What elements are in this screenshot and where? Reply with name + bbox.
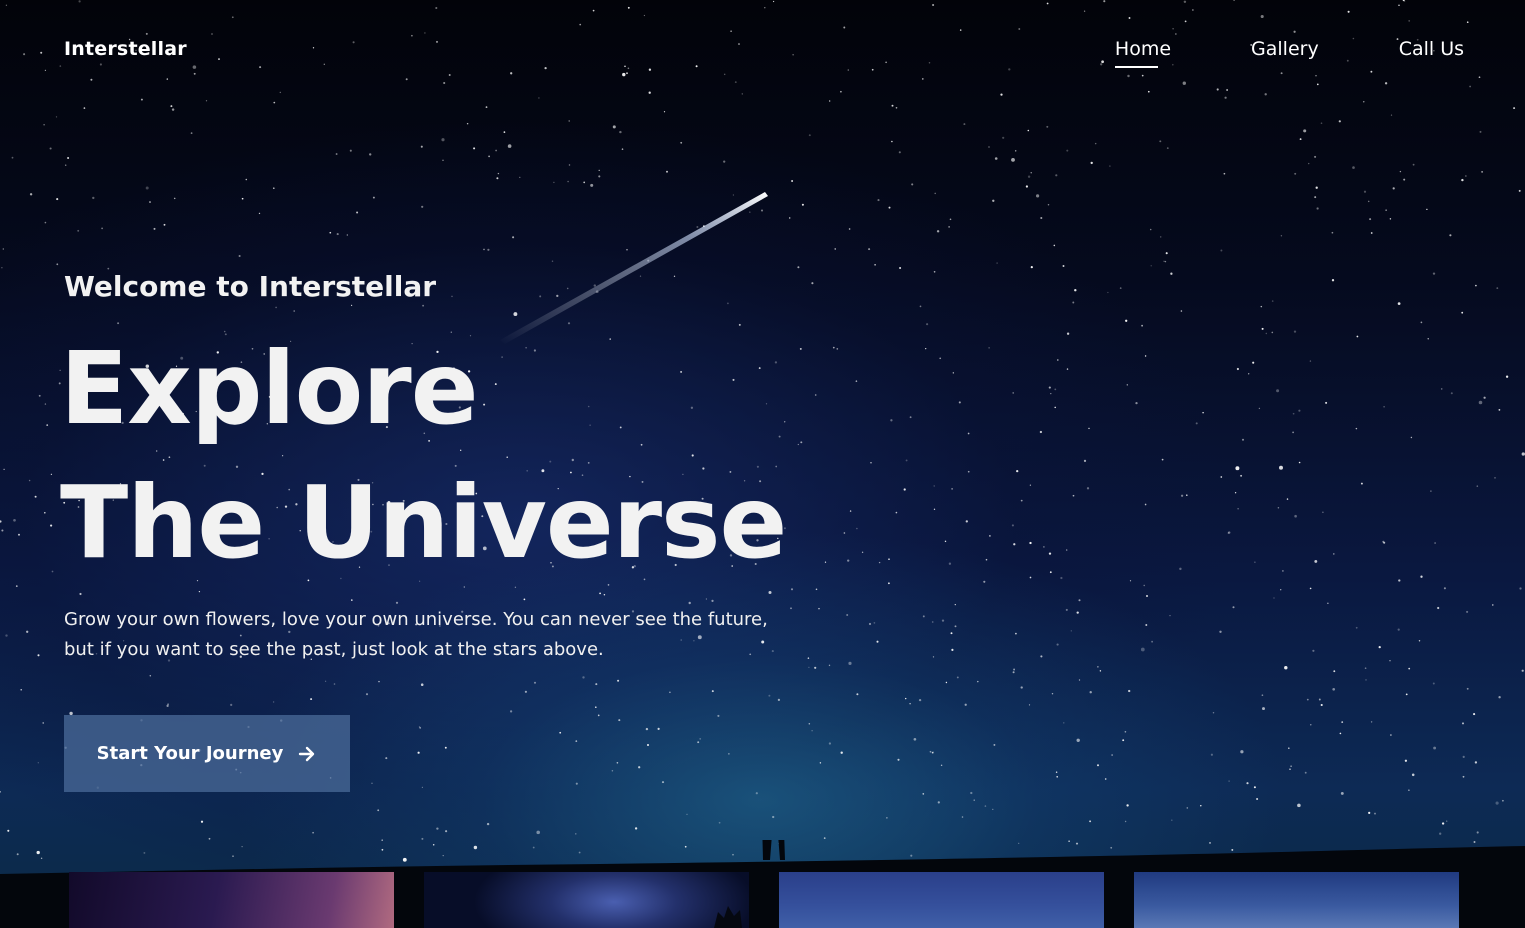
start-journey-button[interactable]: Start Your Journey [64,715,350,792]
hero-description: Grow your own flowers, love your own uni… [64,609,768,660]
person-silhouette [762,840,785,860]
plant-silhouette-icon [714,906,742,928]
gallery-thumbnail-3[interactable] [779,872,1104,928]
welcome-heading: Welcome to Interstellar [64,270,437,303]
gallery-thumbnail-1[interactable] [69,872,394,928]
nav-link-home[interactable]: Home [1114,38,1171,68]
hero-title: Explore The Universe [60,322,787,590]
main-nav: Home Gallery Call Us [1114,38,1464,68]
brand-logo[interactable]: Interstellar [64,38,187,60]
nav-link-gallery[interactable]: Gallery [1251,38,1319,68]
gallery-thumbnails [0,872,1525,928]
gallery-thumbnail-2[interactable] [424,872,749,928]
arrow-right-icon [299,746,315,761]
start-journey-label: Start Your Journey [96,743,284,764]
hero-section: Interstellar Home Gallery Call Us Welcom… [0,0,1525,928]
nav-link-call-us[interactable]: Call Us [1399,38,1464,68]
hero-title-line-2: The Universe [60,464,787,581]
gallery-thumbnail-4[interactable] [1134,872,1459,928]
hero-title-line-1: Explore [60,330,479,447]
